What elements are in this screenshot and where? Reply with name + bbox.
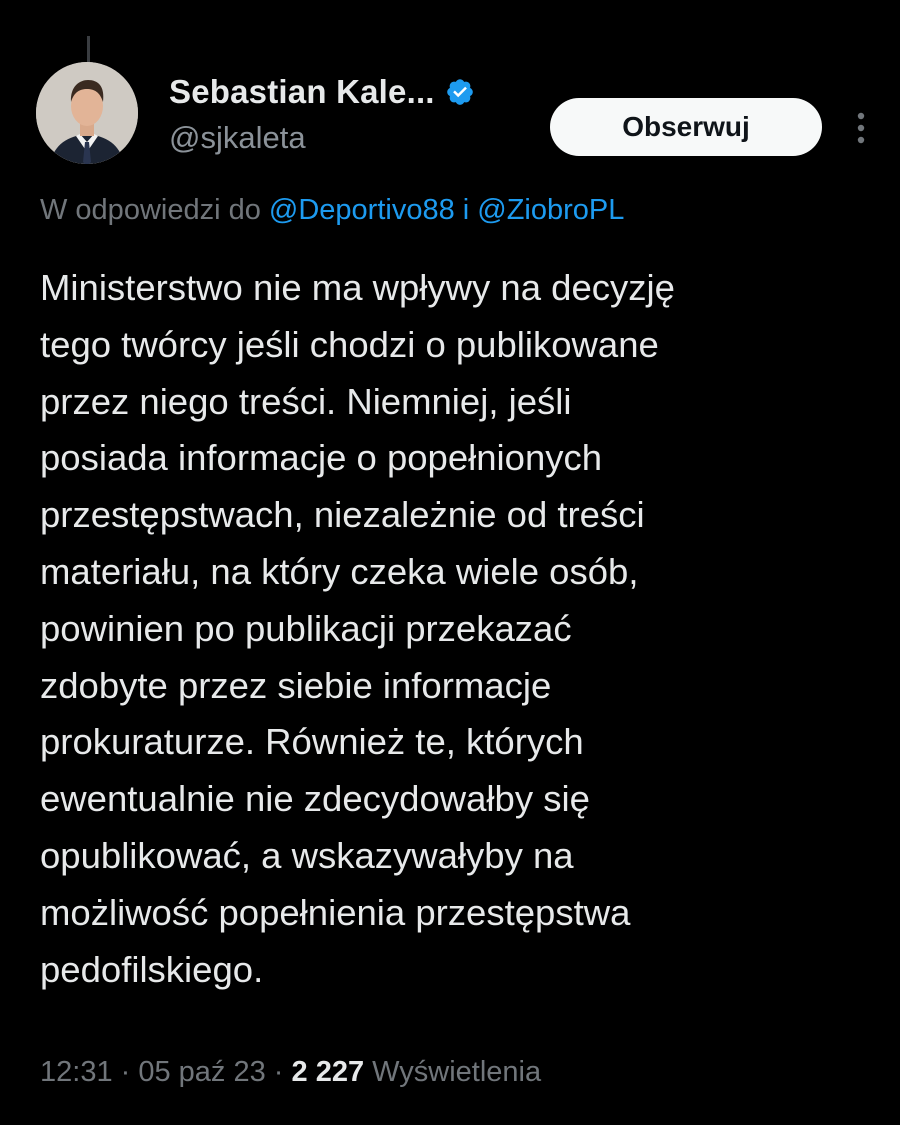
- follow-button[interactable]: Obserwuj: [550, 98, 822, 156]
- mention-link-ziobropl[interactable]: @ZiobroPL: [477, 194, 624, 226]
- mention-joiner: i: [454, 194, 478, 226]
- reply-context: W odpowiedzi do @Deportivo88 i @ZiobroPL: [40, 194, 624, 227]
- author-display-name[interactable]: Sebastian Kale...: [169, 73, 435, 111]
- views-label[interactable]: Wyświetlenia: [364, 1056, 541, 1088]
- tweet-date[interactable]: 05 paź 23: [138, 1056, 265, 1088]
- reply-prefix: W odpowiedzi do: [40, 194, 269, 226]
- tweet-meta: 12:31 · 05 paź 23 · 2 227 Wyświetlenia: [40, 1056, 541, 1089]
- profile-photo-icon: [36, 62, 138, 164]
- tweet-card[interactable]: Sebastian Kale... @sjkaleta Obserwuj W o…: [0, 36, 900, 1125]
- more-options-icon[interactable]: [853, 110, 869, 146]
- name-row: Sebastian Kale...: [169, 70, 475, 114]
- meta-separator: ·: [112, 1056, 139, 1088]
- tweet-header: Sebastian Kale... @sjkaleta Obserwuj: [36, 62, 880, 172]
- tweet-time[interactable]: 12:31: [40, 1056, 113, 1088]
- avatar[interactable]: [36, 62, 138, 164]
- author-info: Sebastian Kale... @sjkaleta: [169, 70, 475, 156]
- views-count[interactable]: 2 227: [292, 1056, 365, 1088]
- tweet-text: Ministerstwo nie ma wpływy na decyzję te…: [40, 267, 675, 990]
- top-edge: [0, 0, 900, 36]
- meta-separator: ·: [265, 1056, 292, 1088]
- author-handle[interactable]: @sjkaleta: [169, 120, 475, 156]
- mention-link-deportivo88[interactable]: @Deportivo88: [269, 194, 455, 226]
- verified-badge-icon[interactable]: [445, 77, 475, 107]
